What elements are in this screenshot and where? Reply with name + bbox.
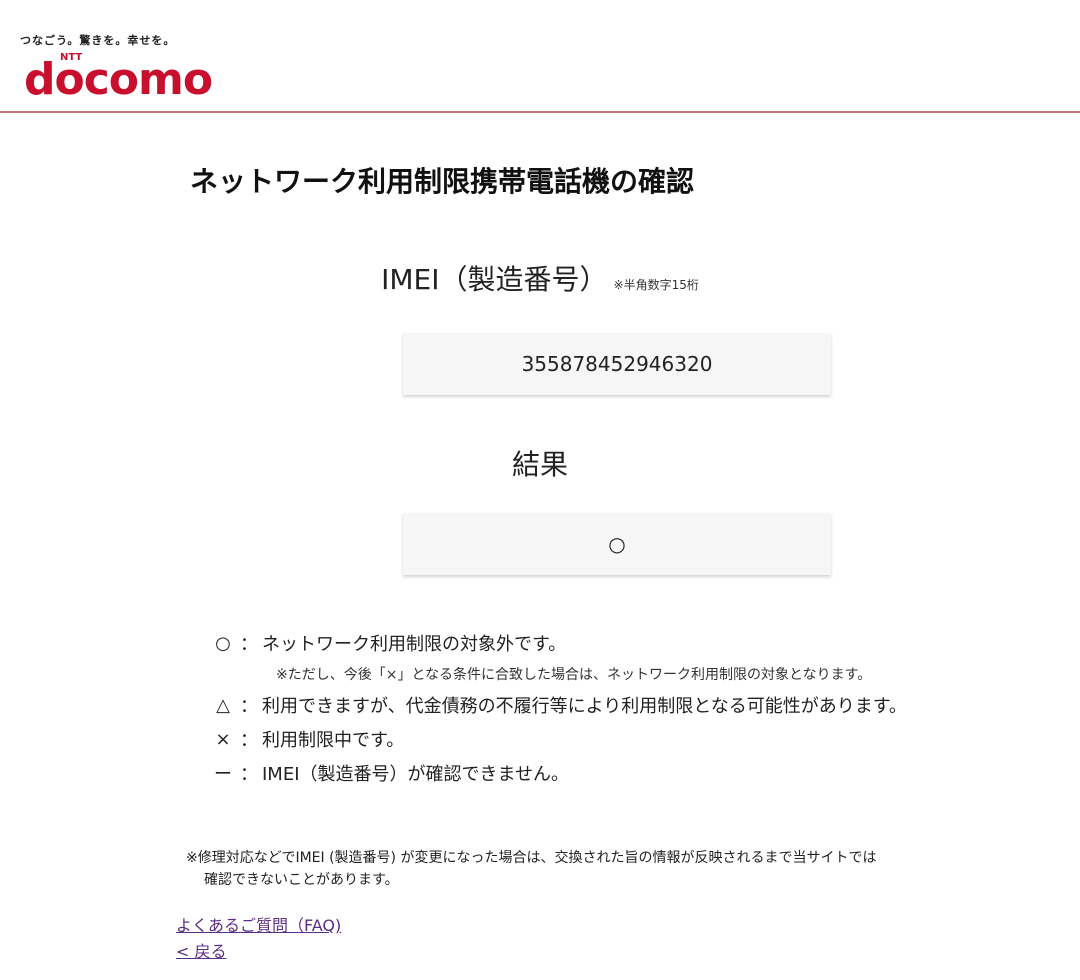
footnote-line-1: ※修理対応などでIMEI (製造番号) が変更になった場合は、交換された旨の情報… (186, 850, 877, 866)
legend-item-ok: ○ ： ネットワーク利用制限の対象外です。 (210, 626, 907, 660)
legend-sub-note: ※ただし、今後「×」となる条件に合致した場合は、ネットワーク利用制限の対象となり… (276, 667, 872, 683)
legend-text: IMEI（製造番号）が確認できません。 (262, 764, 569, 785)
tagline: つなごう。驚きを。幸せを。 (20, 34, 176, 47)
imei-heading-label: IMEI（製造番号） (381, 263, 608, 296)
imei-heading-note: ※半角数字15桁 (613, 278, 699, 292)
result-legend: ○ ： ネットワーク利用制限の対象外です。 ※ただし、今後「×」となる条件に合致… (210, 626, 907, 790)
logo-text: docomo (24, 54, 213, 105)
imei-value-box: 355878452946320 (403, 333, 831, 395)
result-heading: 結果 (511, 448, 568, 481)
footnote: ※修理対応などでIMEI (製造番号) が変更になった場合は、交換された旨の情報… (186, 847, 876, 891)
result-value-box: ○ (403, 513, 831, 575)
imei-value: 355878452946320 (521, 352, 713, 376)
legend-item-unknown: ー ： IMEI（製造番号）が確認できません。 (210, 756, 907, 790)
result-value: ○ (608, 532, 626, 556)
legend-text: ネットワーク利用制限の対象外です。 (262, 634, 567, 655)
imei-heading: IMEI（製造番号） ※半角数字15桁 (0, 258, 1080, 298)
page-title: ネットワーク利用制限携帯電話機の確認 (190, 165, 695, 198)
legend-text: 利用できますが、代金債務の不履行等により利用制限となる可能性があります。 (262, 696, 907, 717)
legend-colon: ： (240, 730, 258, 751)
triangle-symbol: △ (216, 694, 230, 716)
legend-item-restricted: × ： 利用制限中です。 (210, 722, 907, 756)
legend-colon: ： (240, 764, 258, 785)
cross-symbol: × (215, 728, 231, 750)
legend-colon: ： (240, 696, 258, 717)
footnote-line-2: 確認できないことがあります。 (204, 872, 399, 888)
legend-text: 利用制限中です。 (262, 730, 405, 751)
circle-symbol: ○ (215, 632, 231, 654)
dash-symbol: ー (214, 764, 232, 785)
back-link[interactable]: < 戻る (176, 938, 227, 962)
docomo-logo[interactable]: NTT docomo (24, 52, 214, 106)
legend-item-possible: △ ： 利用できますが、代金債務の不履行等により利用制限となる可能性があります。 (210, 688, 907, 722)
header-divider (0, 111, 1080, 113)
legend-colon: ： (240, 634, 258, 655)
faq-link[interactable]: よくあるご質問（FAQ) (176, 912, 341, 936)
logo-ntt-mark: NTT (60, 52, 83, 63)
